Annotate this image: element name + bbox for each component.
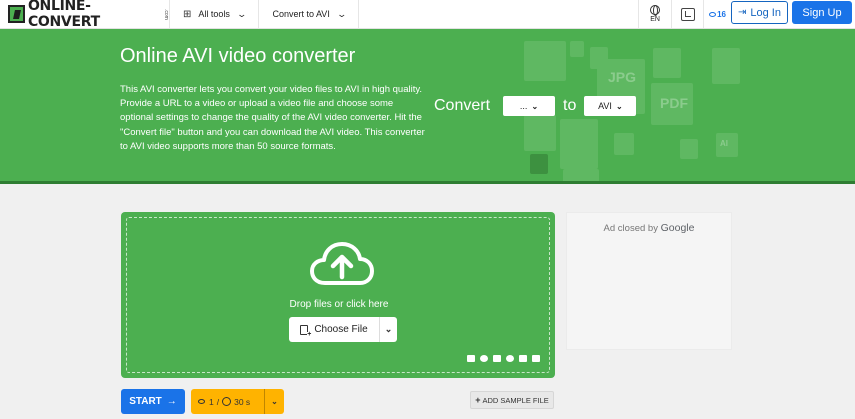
envelope-deco-icon <box>524 41 566 81</box>
limits-info[interactable]: 1 / 30 s <box>191 389 265 414</box>
login-button[interactable]: ⇥ Log In <box>731 1 788 24</box>
deco-label: AI <box>720 139 728 148</box>
add-sample-file-label: ADD SAMPLE FILE <box>482 395 549 405</box>
choose-file-button[interactable]: Choose File <box>289 317 380 342</box>
ad-closed-text: Ad closed by <box>603 223 658 234</box>
target-format-value: AVI <box>598 101 612 111</box>
page-title: Online AVI video converter <box>120 45 356 67</box>
page-description: This AVI converter lets you convert your… <box>120 84 425 152</box>
chevron-down-icon: ⌄ <box>271 397 278 406</box>
signup-label: Sign Up <box>802 6 842 19</box>
limits-dropdown[interactable]: ⌄ <box>265 397 284 406</box>
dropbox-icon[interactable] <box>519 355 527 362</box>
credits-value: 16 <box>717 9 726 19</box>
plus-icon: + <box>475 395 481 405</box>
image-file-deco-icon <box>653 48 681 78</box>
top-header: ONLINE-CONVERT .com ⊞ All tools ⌄ Conver… <box>0 0 855 30</box>
chart-file-deco-icon <box>712 48 740 84</box>
nav-all-tools-label: All tools <box>198 9 230 19</box>
chevron-down-icon: ⌄ <box>384 324 393 334</box>
logo-suffix: .com <box>163 8 169 20</box>
add-file-icon <box>300 324 312 338</box>
add-sample-file-button[interactable]: + ADD SAMPLE FILE <box>470 391 554 409</box>
cloud-upload-icon <box>310 242 374 285</box>
file-deco-icon <box>614 133 634 155</box>
history-icon <box>680 7 695 21</box>
globe-icon <box>650 5 661 16</box>
file-deco-icon <box>530 154 548 174</box>
chevron-down-icon: ⌄ <box>615 101 623 111</box>
start-button[interactable]: START → <box>121 389 185 414</box>
logo-mark-icon <box>8 5 25 23</box>
limit-files-value: 1 <box>209 396 214 407</box>
chevron-down-icon: ⌄ <box>336 8 347 19</box>
choose-file-label: Choose File <box>314 324 368 335</box>
language-label: EN <box>650 16 660 23</box>
drop-zone-border: Drop files or click here Choose File ⌄ <box>126 217 550 373</box>
login-icon: ⇥ <box>738 7 747 18</box>
google-brand: Google <box>660 222 695 234</box>
file-deco-icon <box>570 41 584 57</box>
signup-button[interactable]: Sign Up <box>792 1 852 24</box>
language-selector[interactable]: EN <box>638 0 673 28</box>
hero-divider <box>0 181 855 184</box>
file-deco-icon <box>680 139 698 159</box>
ad-panel: Ad closed by Google <box>566 212 732 350</box>
limit-time-value: 30 s <box>234 396 251 407</box>
folder-icon[interactable] <box>467 355 475 362</box>
clock-icon <box>222 397 232 406</box>
conversion-selector: Convert ... ⌄ to AVI ⌄ <box>434 96 637 116</box>
drop-files-text: Drop files or click here <box>289 299 389 310</box>
coin-icon <box>198 399 205 404</box>
chevron-down-icon: ⌄ <box>236 8 247 19</box>
limit-separator: / <box>216 396 220 407</box>
source-format-value: ... <box>519 101 528 111</box>
login-label: Log In <box>750 6 781 19</box>
convert-label: Convert <box>434 97 491 114</box>
choose-file-control: Choose File ⌄ <box>289 317 397 342</box>
onedrive-icon[interactable] <box>506 355 514 362</box>
deco-label: PDF <box>660 95 688 111</box>
site-logo[interactable]: ONLINE-CONVERT .com <box>0 0 170 30</box>
clipboard-icon[interactable] <box>532 355 540 362</box>
choose-file-dropdown[interactable]: ⌄ <box>380 324 397 335</box>
credits-counter[interactable]: 16 <box>704 0 731 28</box>
arrow-right-icon: → <box>166 396 177 407</box>
logo-text: ONLINE-CONVERT <box>27 0 100 30</box>
target-format-select[interactable]: AVI ⌄ <box>584 96 637 116</box>
chevron-down-icon: ⌄ <box>531 101 539 111</box>
link-icon[interactable] <box>480 355 488 362</box>
nav-convert-to-avi-label: Convert to AVI <box>272 9 330 19</box>
limits-control: 1 / 30 s ⌄ <box>191 389 284 414</box>
google-drive-icon[interactable] <box>493 355 501 362</box>
nav-convert-to-avi[interactable]: Convert to AVI ⌄ <box>259 0 360 28</box>
file-drop-zone[interactable]: Drop files or click here Choose File ⌄ <box>121 212 555 378</box>
grid-icon: ⊞ <box>183 8 192 20</box>
nav-all-tools[interactable]: ⊞ All tools ⌄ <box>170 0 260 28</box>
upload-source-icons <box>467 355 540 362</box>
to-label: to <box>563 97 577 114</box>
history-button[interactable] <box>672 0 705 28</box>
graph-file-deco-icon <box>560 119 598 169</box>
ad-closed-notice: Ad closed by Google <box>567 222 731 234</box>
start-label: START <box>129 396 162 407</box>
source-format-select[interactable]: ... ⌄ <box>503 96 556 116</box>
deco-label: JPG <box>608 69 637 85</box>
file-deco-icon <box>524 115 556 151</box>
hero-banner: JPG PDF AI Online AVI video converter Th… <box>0 29 855 184</box>
coin-icon <box>709 11 717 17</box>
